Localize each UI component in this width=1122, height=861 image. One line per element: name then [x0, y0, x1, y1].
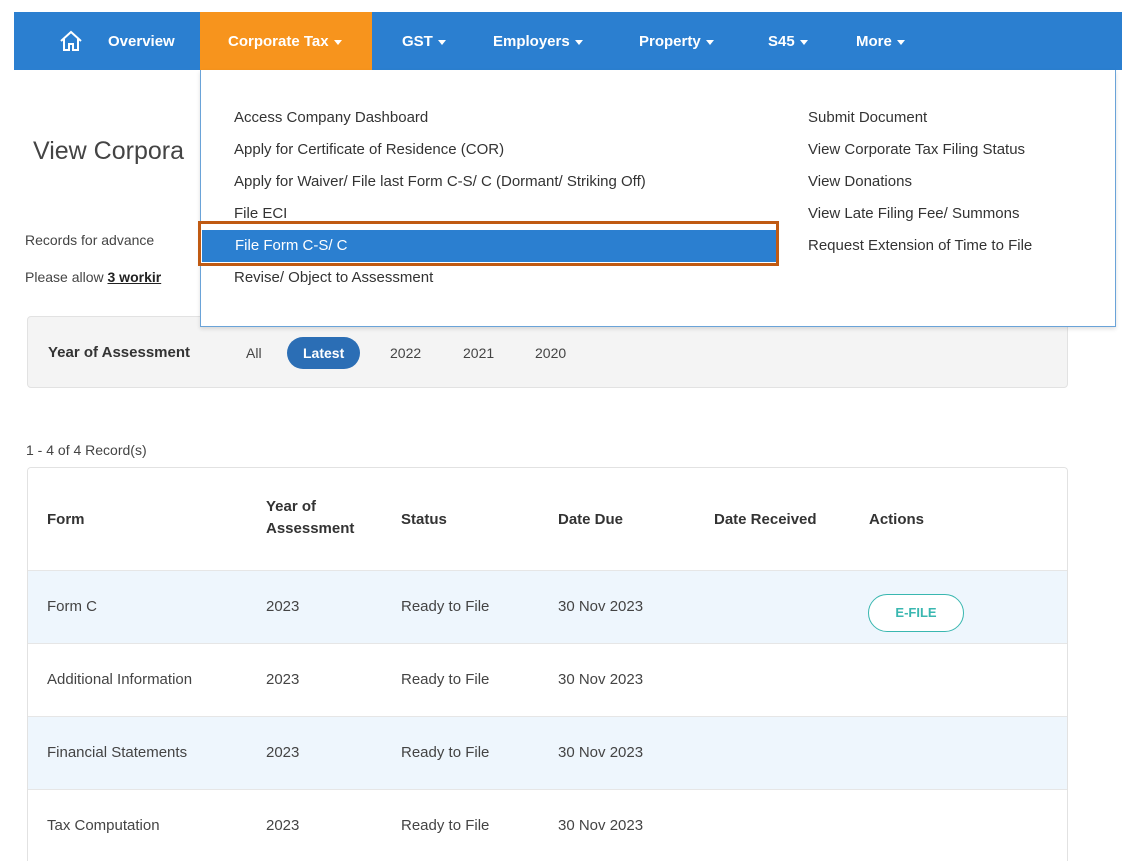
caret-down-icon [574, 39, 583, 45]
header-year-line1: Year of [266, 498, 317, 515]
cell-year: 2023 [266, 744, 300, 761]
header-year-line2: Assessment [266, 520, 355, 537]
cell-form: Tax Computation [47, 817, 160, 834]
nav-property-label: Property [639, 32, 701, 50]
nav-employers-label: Employers [493, 32, 570, 50]
cell-status: Ready to File [401, 598, 490, 615]
menu-item-apply-cor[interactable]: Apply for Certificate of Residence (COR) [234, 139, 504, 161]
nav-property[interactable]: Property [625, 12, 728, 70]
header-date-received: Date Received [714, 511, 817, 528]
nav-corporate-tax[interactable]: Corporate Tax [200, 12, 372, 70]
table-row: Financial Statements 2023 Ready to File … [28, 717, 1067, 790]
table-row: Tax Computation 2023 Ready to File 30 No… [28, 790, 1067, 861]
record-count: 1 - 4 of 4 Record(s) [26, 442, 147, 458]
top-nav-bar: Overview Corporate Tax GST Employers Pro… [14, 12, 1122, 70]
nav-more-label: More [856, 32, 892, 50]
cell-form: Form C [47, 598, 97, 615]
cell-date-due: 30 Nov 2023 [558, 598, 644, 615]
caret-down-icon [896, 39, 905, 45]
menu-item-file-form-cs-c[interactable]: File Form C-S/ C [202, 230, 777, 262]
e-file-button[interactable]: E-FILE [868, 594, 964, 632]
cell-year: 2023 [266, 598, 300, 615]
nav-overview-label: Overview [108, 32, 175, 50]
cell-date-due: 30 Nov 2023 [558, 744, 644, 761]
info-text-advance: Records for advance [25, 232, 155, 248]
corporate-tax-dropdown: Access Company Dashboard Apply for Certi… [200, 70, 1116, 327]
page-title: View Corpora [33, 137, 185, 165]
nav-corporate-tax-label: Corporate Tax [228, 32, 329, 50]
caret-down-icon [437, 39, 446, 45]
cell-year: 2023 [266, 817, 300, 834]
info-text-allow: Please allow 3 workir [25, 269, 161, 285]
year-chip-all[interactable]: All [237, 337, 271, 369]
menu-item-view-filing-status[interactable]: View Corporate Tax Filing Status [808, 139, 1025, 161]
home-icon[interactable] [58, 28, 84, 54]
year-chip-latest[interactable]: Latest [287, 337, 361, 369]
info-text-allow-prefix: Please allow [25, 269, 108, 285]
cell-year: 2023 [266, 671, 300, 688]
year-chip-2021[interactable]: 2021 [454, 337, 503, 369]
nav-more[interactable]: More [842, 12, 919, 70]
cell-form: Financial Statements [47, 744, 188, 761]
menu-item-view-donations[interactable]: View Donations [808, 171, 912, 193]
nav-overview[interactable]: Overview [94, 12, 189, 70]
header-form: Form [47, 511, 85, 528]
year-chip-2022[interactable]: 2022 [381, 337, 430, 369]
menu-item-request-extension[interactable]: Request Extension of Time to File [808, 235, 1032, 257]
menu-item-file-eci[interactable]: File ECI [234, 203, 287, 225]
nav-s45-label: S45 [768, 32, 795, 50]
cell-date-due: 30 Nov 2023 [558, 817, 644, 834]
nav-gst-label: GST [402, 32, 433, 50]
menu-item-access-company-dashboard[interactable]: Access Company Dashboard [234, 107, 428, 129]
table-row: Additional Information 2023 Ready to Fil… [28, 644, 1067, 717]
caret-down-icon [705, 39, 714, 45]
header-status: Status [401, 511, 447, 528]
year-filter-label: Year of Assessment [48, 344, 191, 361]
cell-date-due: 30 Nov 2023 [558, 671, 644, 688]
menu-item-apply-waiver[interactable]: Apply for Waiver/ File last Form C-S/ C … [234, 171, 646, 193]
menu-item-revise-object-assessment[interactable]: Revise/ Object to Assessment [234, 267, 433, 289]
table-header: Form Year of Assessment Status Date Due … [28, 468, 1067, 571]
caret-down-icon [799, 39, 808, 45]
caret-down-icon [333, 39, 342, 45]
cell-status: Ready to File [401, 671, 490, 688]
header-year-of-assessment: Year of Assessment [266, 496, 354, 540]
menu-item-view-late-filing-fee[interactable]: View Late Filing Fee/ Summons [808, 203, 1020, 225]
menu-item-submit-document[interactable]: Submit Document [808, 107, 927, 129]
records-table: Form Year of Assessment Status Date Due … [27, 467, 1068, 861]
nav-gst[interactable]: GST [388, 12, 460, 70]
header-date-due: Date Due [558, 511, 624, 528]
nav-employers[interactable]: Employers [479, 12, 597, 70]
cell-form: Additional Information [47, 671, 193, 688]
working-days-link[interactable]: 3 workir [108, 269, 162, 285]
header-actions: Actions [869, 511, 925, 528]
nav-s45[interactable]: S45 [754, 12, 822, 70]
cell-status: Ready to File [401, 817, 490, 834]
cell-status: Ready to File [401, 744, 490, 761]
year-chip-2020[interactable]: 2020 [526, 337, 575, 369]
